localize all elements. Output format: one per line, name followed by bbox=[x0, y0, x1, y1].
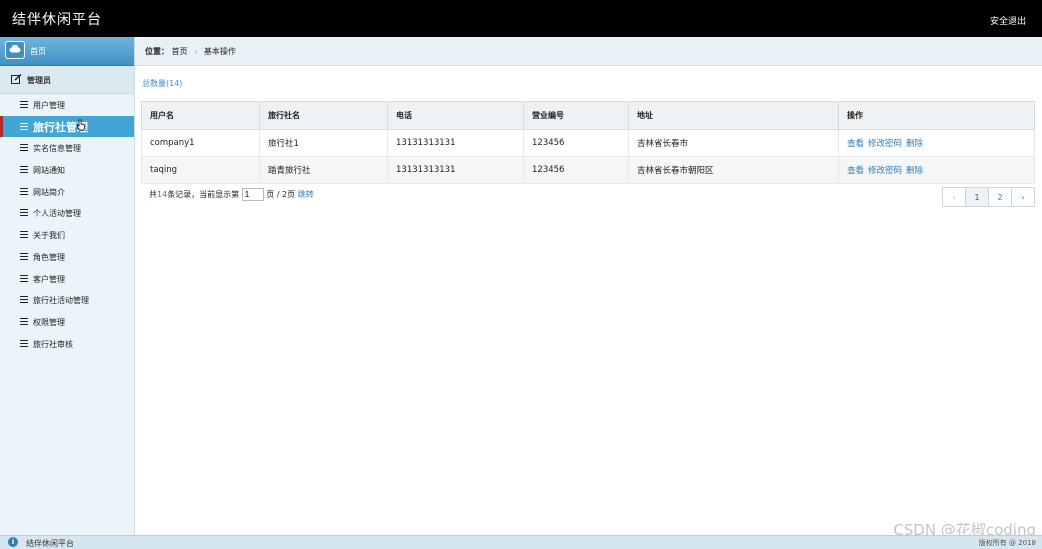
change-password-link[interactable]: 修改密码 bbox=[868, 166, 902, 176]
pager-record-count: 14 bbox=[157, 190, 168, 199]
app-title: 结伴休闲平台 bbox=[12, 12, 102, 28]
cell-actions: 查看 修改密码 删除 bbox=[838, 156, 1035, 184]
sidebar-item-label: 客户管理 bbox=[33, 274, 65, 284]
cell-address: 吉林省长春市朝阳区 bbox=[628, 156, 839, 184]
cell-agency: 旅行社1 bbox=[259, 129, 388, 157]
list-icon bbox=[20, 296, 28, 304]
jump-link[interactable]: 跳转 bbox=[298, 190, 314, 199]
footer-site-name: 结伴休闲平台 bbox=[26, 539, 74, 548]
sidebar-item-roles[interactable]: 角色管理 bbox=[0, 246, 134, 268]
sidebar-section-admin[interactable]: 管理员 bbox=[0, 66, 134, 94]
edit-icon bbox=[11, 73, 22, 87]
sidebar-item-users[interactable]: 用户管理 bbox=[0, 94, 134, 116]
breadcrumb-separator: › bbox=[194, 47, 198, 56]
sidebar-item-agencies[interactable]: 旅行社管理 bbox=[0, 115, 134, 138]
sidebar-home-label: 首页 bbox=[30, 47, 46, 56]
column-header-actions: 操作 bbox=[838, 101, 1035, 130]
pager-info: 共14条记录，当前显示第 页 / 2页 跳转 bbox=[149, 188, 314, 201]
table-row: taqing 踏青旅行社 13131313131 123456 吉林省长春市朝阳… bbox=[141, 156, 1035, 184]
list-icon bbox=[20, 101, 28, 108]
pager-mid-text: 条记录，当前显示第 bbox=[167, 190, 240, 199]
sidebar-item-notices[interactable]: 网站通知 bbox=[0, 159, 134, 181]
logout-link[interactable]: 安全退出 bbox=[990, 14, 1026, 27]
sidebar-item-label: 网站通知 bbox=[33, 166, 65, 176]
list-icon bbox=[20, 252, 28, 260]
cell-license: 123456 bbox=[523, 156, 629, 184]
info-icon: i bbox=[8, 537, 18, 547]
column-header-license: 营业编号 bbox=[523, 101, 629, 130]
column-header-phone: 电话 bbox=[387, 101, 524, 130]
view-link[interactable]: 查看 bbox=[847, 166, 864, 176]
view-link[interactable]: 查看 bbox=[847, 139, 864, 149]
list-icon bbox=[20, 209, 28, 217]
cell-license: 123456 bbox=[523, 129, 629, 157]
breadcrumb-prefix: 位置： bbox=[145, 47, 169, 56]
list-icon bbox=[20, 274, 28, 282]
next-page-button[interactable]: › bbox=[1011, 187, 1035, 207]
list-icon bbox=[20, 317, 28, 325]
page-button-1[interactable]: 1 bbox=[965, 187, 989, 207]
cell-phone: 13131313131 bbox=[387, 156, 524, 184]
column-header-agency: 旅行社名 bbox=[259, 101, 388, 130]
cell-username: taqing bbox=[141, 156, 260, 184]
total-count: 总数量(14) bbox=[142, 79, 183, 88]
list-icon bbox=[20, 166, 28, 174]
cell-phone: 13131313131 bbox=[387, 129, 524, 157]
column-header-username: 用户名 bbox=[141, 101, 260, 130]
sidebar-item-personal-activities[interactable]: 个人活动管理 bbox=[0, 202, 134, 224]
sidebar-item-agency-review[interactable]: 旅行社审核 bbox=[0, 333, 134, 355]
pager-suffix: 页 / 2页 bbox=[266, 190, 296, 199]
table-header-row: 用户名 旅行社名 电话 营业编号 地址 操作 bbox=[141, 101, 1035, 130]
sidebar-item-label: 权限管理 bbox=[33, 317, 65, 327]
breadcrumb-current: 基本操作 bbox=[203, 47, 236, 56]
sidebar-item-agency-activities[interactable]: 旅行社活动管理 bbox=[0, 289, 134, 311]
list-icon bbox=[20, 187, 28, 195]
list-icon bbox=[20, 231, 28, 239]
sidebar-item-label: 角色管理 bbox=[33, 252, 65, 262]
sidebar-item-permissions[interactable]: 权限管理 bbox=[0, 311, 134, 333]
main-content: 位置： 首页 › 基本操作 总数量(14) 用户名 旅行社名 电话 营业编号 地… bbox=[135, 37, 1042, 535]
sidebar: 首页 管理员 用户管理 旅行社管理 实名信息管理 网站通知 网站简介 个人活动管… bbox=[0, 37, 135, 535]
page-button-2[interactable]: 2 bbox=[988, 187, 1012, 207]
list-icon bbox=[20, 339, 28, 347]
list-icon bbox=[20, 144, 28, 152]
agency-table: 用户名 旅行社名 电话 营业编号 地址 操作 company1 旅行社1 131… bbox=[141, 101, 1035, 184]
sidebar-item-about[interactable]: 关于我们 bbox=[0, 224, 134, 246]
hand-cursor-icon bbox=[76, 119, 86, 131]
footer: i 结伴休闲平台 版权所有 @ 2018 bbox=[0, 535, 1042, 549]
sidebar-item-label: 用户管理 bbox=[33, 101, 65, 110]
sidebar-item-label: 实名信息管理 bbox=[33, 144, 81, 154]
pagination: ‹ 1 2 › bbox=[942, 187, 1035, 207]
sidebar-item-realname[interactable]: 实名信息管理 bbox=[0, 137, 134, 159]
cell-actions: 查看 修改密码 删除 bbox=[838, 129, 1035, 157]
cloud-icon bbox=[5, 41, 25, 59]
sidebar-item-customers[interactable]: 客户管理 bbox=[0, 268, 134, 290]
breadcrumb: 位置： 首页 › 基本操作 bbox=[145, 46, 236, 57]
delete-link[interactable]: 删除 bbox=[906, 139, 923, 149]
sidebar-item-label: 个人活动管理 bbox=[33, 209, 81, 219]
column-header-address: 地址 bbox=[628, 101, 839, 130]
footer-copyright: 版权所有 @ 2018 bbox=[978, 539, 1036, 547]
sidebar-home[interactable]: 首页 bbox=[0, 37, 134, 66]
cell-username: company1 bbox=[141, 129, 260, 157]
prev-page-button[interactable]: ‹ bbox=[942, 187, 966, 207]
delete-link[interactable]: 删除 bbox=[906, 166, 923, 176]
sidebar-menu: 用户管理 旅行社管理 实名信息管理 网站通知 网站简介 个人活动管理 关于我们 … bbox=[0, 94, 134, 354]
sidebar-item-intro[interactable]: 网站简介 bbox=[0, 181, 134, 203]
top-bar: 结伴休闲平台 安全退出 bbox=[0, 0, 1042, 37]
sidebar-item-label: 旅行社活动管理 bbox=[33, 296, 89, 306]
cell-address: 吉林省长春市 bbox=[628, 129, 839, 157]
table-row: company1 旅行社1 13131313131 123456 吉林省长春市 … bbox=[141, 129, 1035, 157]
sidebar-item-label: 关于我们 bbox=[33, 231, 65, 241]
sidebar-section-label: 管理员 bbox=[27, 76, 51, 85]
page-number-input[interactable] bbox=[241, 188, 264, 201]
list-icon bbox=[20, 122, 28, 130]
sidebar-item-label: 网站简介 bbox=[33, 187, 65, 197]
pager-prefix: 共 bbox=[149, 190, 157, 199]
cell-agency: 踏青旅行社 bbox=[259, 156, 388, 184]
breadcrumb-bar: 位置： 首页 › 基本操作 bbox=[135, 37, 1042, 66]
change-password-link[interactable]: 修改密码 bbox=[868, 139, 902, 149]
sidebar-item-label: 旅行社审核 bbox=[33, 339, 73, 349]
breadcrumb-home[interactable]: 首页 bbox=[172, 47, 188, 56]
